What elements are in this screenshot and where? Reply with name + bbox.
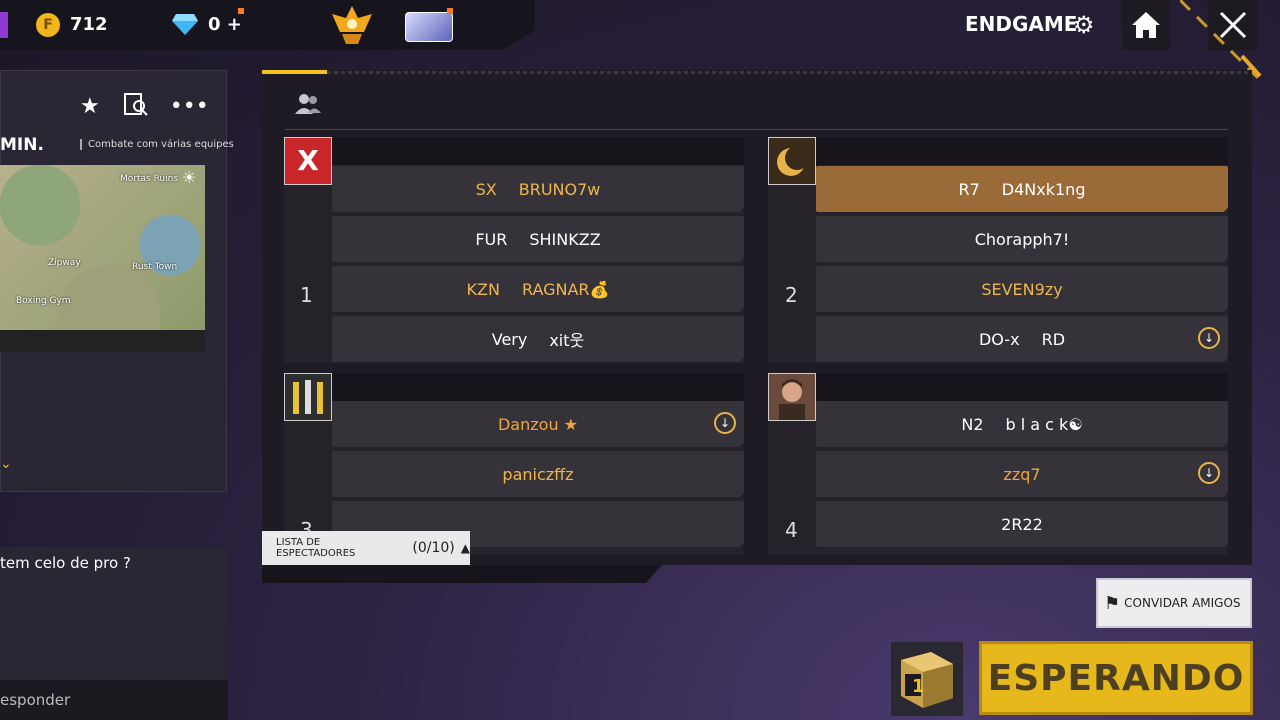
map-footer xyxy=(0,330,205,352)
pass-notification-dot xyxy=(447,8,453,14)
room-number: 1 xyxy=(912,676,925,697)
player-slot[interactable]: KZN RAGNAR💰 xyxy=(332,266,744,312)
spectator-label: LISTA DE ESPECTADORES xyxy=(276,537,356,559)
player-name: paniczffz xyxy=(502,464,574,484)
team-emblem xyxy=(284,373,332,421)
room-cube-button[interactable] xyxy=(891,642,963,716)
profile-edge[interactable] xyxy=(0,12,8,38)
diamond-icon xyxy=(172,14,198,35)
player-name: 2R22 xyxy=(1001,514,1043,534)
chat-placeholder: esponder xyxy=(0,691,71,709)
map-label: Zipway xyxy=(48,258,81,268)
corner-stripes xyxy=(1180,0,1262,80)
rank-icon[interactable] xyxy=(330,4,374,46)
player-name: RD xyxy=(1041,329,1066,349)
notification-dot xyxy=(238,8,244,14)
player-name: xit웃 xyxy=(549,331,585,350)
player-slot[interactable]: Very xit웃 xyxy=(332,316,744,362)
player-slot[interactable]: SEVEN9zy xyxy=(816,266,1228,312)
player-name: D4Nxk1ng xyxy=(1001,179,1086,199)
player-name: Chorapph7! xyxy=(974,229,1070,249)
diamond-balance[interactable]: 0 + xyxy=(208,14,242,35)
mode-label: MIN. xyxy=(0,135,44,155)
map-preview[interactable] xyxy=(0,165,205,352)
map-label: Rust Town xyxy=(132,262,178,272)
server-label: ENDGAME xyxy=(965,12,1078,36)
player-slot[interactable]: Danzou ★ ↓ xyxy=(332,401,744,447)
team-header xyxy=(815,137,1228,165)
tab-indicator xyxy=(262,70,327,74)
chevron-down-icon[interactable]: ⌄ xyxy=(0,456,12,472)
player-slot[interactable]: N2 b l a c k☯ xyxy=(816,401,1228,447)
player-name: SEVEN9zy xyxy=(981,279,1063,299)
left-toolbar: ★ ••• xyxy=(80,92,209,119)
spectator-count: (0/10) xyxy=(412,540,455,556)
teams-panel-footer xyxy=(262,565,662,583)
team-number: 4 xyxy=(785,518,798,542)
clan-tag: KZN xyxy=(466,279,500,299)
search-doc-icon[interactable] xyxy=(123,92,149,116)
more-icon[interactable]: ••• xyxy=(170,94,209,119)
player-slot[interactable]: DO-x RD ↓ xyxy=(816,316,1228,362)
map-label: Mortas Ruins xyxy=(120,174,179,184)
star-icon[interactable]: ★ xyxy=(80,94,100,119)
player-name: Danzou ★ xyxy=(497,414,579,434)
coin-balance: 712 xyxy=(70,14,108,35)
flag-icon: ⚑ xyxy=(1104,592,1121,614)
clan-tag: Very xyxy=(491,329,528,349)
player-slot[interactable]: 2R22 xyxy=(816,501,1228,547)
team-avatar xyxy=(768,373,816,421)
cloud-icon: ↓ xyxy=(1198,327,1220,349)
gear-icon[interactable]: ⚙ xyxy=(1073,12,1095,38)
divider xyxy=(285,129,1228,130)
player-name: RAGNAR💰 xyxy=(521,279,610,299)
cloud-icon: ↓ xyxy=(1198,462,1220,484)
sun-icon: ☀ xyxy=(182,168,197,187)
player-slot[interactable]: paniczffz xyxy=(332,451,744,497)
map-label: Boxing Gym xyxy=(16,296,71,306)
player-name: BRUNO7w xyxy=(518,179,601,199)
tab-rail xyxy=(327,71,1252,74)
chat-message: tem celo de pro ? xyxy=(0,554,131,572)
player-slot[interactable]: zzq7 ↓ xyxy=(816,451,1228,497)
waiting-button[interactable]: ESPERANDO xyxy=(979,641,1253,715)
clan-tag: N2 xyxy=(961,414,984,434)
player-name: zzq7 xyxy=(1003,464,1041,484)
mode-subtitle: Combate com várias equipes xyxy=(80,139,234,150)
team-emblem: X xyxy=(284,137,332,185)
invite-label: CONVIDAR AMIGOS xyxy=(1124,596,1241,610)
people-icon[interactable] xyxy=(294,92,322,122)
spectator-list-button[interactable]: LISTA DE ESPECTADORES (0/10) ▲ xyxy=(262,531,470,565)
team-emblem xyxy=(768,137,816,185)
team-number: 2 xyxy=(785,283,798,307)
coin-icon: F xyxy=(36,13,60,37)
clan-tag: SX xyxy=(475,179,497,199)
people-glyph xyxy=(295,94,321,114)
player-name: SHINKZZ xyxy=(529,229,601,249)
team-header xyxy=(331,137,744,165)
clan-tag: DO-x xyxy=(978,329,1020,349)
cloud-icon: ↓ xyxy=(714,412,736,434)
player-slot[interactable]: SX BRUNO7w xyxy=(332,166,744,212)
invite-friends-button[interactable]: ⚑ CONVIDAR AMIGOS xyxy=(1096,578,1252,628)
player-slot[interactable]: FUR SHINKZZ xyxy=(332,216,744,262)
clan-tag: R7 xyxy=(958,179,980,199)
team-number: 1 xyxy=(300,283,313,307)
player-name: b l a c k☯ xyxy=(1005,414,1083,434)
player-slot-self[interactable]: R7 D4Nxk1ng xyxy=(816,166,1228,212)
cube-icon xyxy=(901,652,953,708)
pass-icon[interactable] xyxy=(405,12,453,42)
home-icon xyxy=(1132,12,1160,38)
clan-tag: FUR xyxy=(475,229,508,249)
home-button[interactable] xyxy=(1122,0,1170,50)
chevron-up-icon: ▲ xyxy=(460,541,470,555)
player-slot[interactable]: Chorapph7! xyxy=(816,216,1228,262)
team-header xyxy=(331,373,744,401)
team-header xyxy=(815,373,1228,401)
